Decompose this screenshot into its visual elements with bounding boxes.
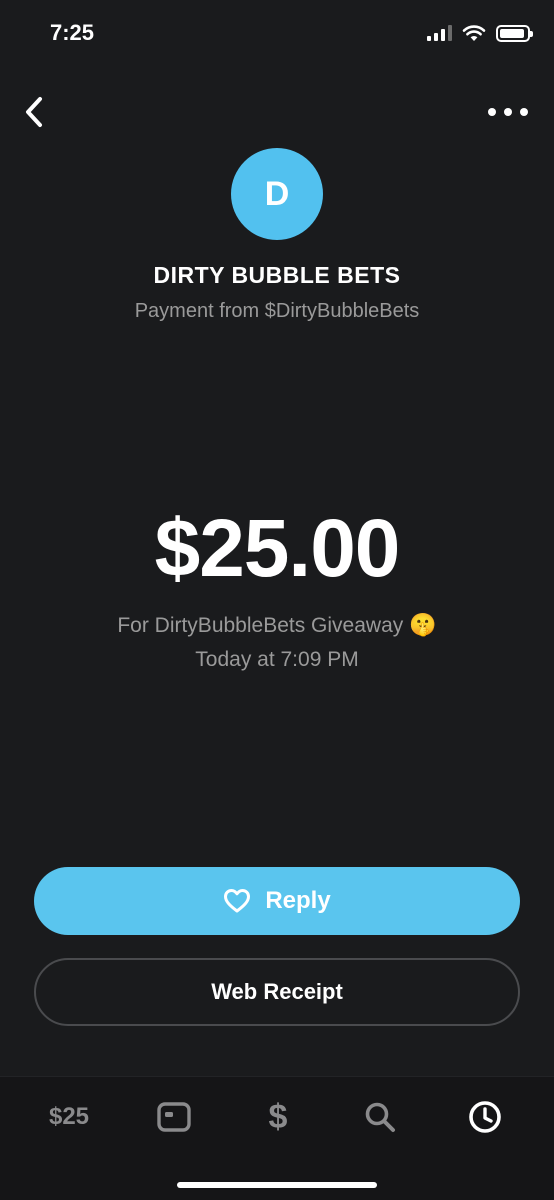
payment-source-subtitle: Payment from $DirtyBubbleBets — [134, 300, 420, 322]
web-receipt-button-label: Web Receipt — [211, 979, 343, 1004]
tab-activity[interactable] — [462, 1097, 508, 1137]
home-indicator[interactable] — [177, 1182, 377, 1188]
avatar[interactable]: D — [231, 148, 323, 240]
heart-icon — [224, 889, 251, 913]
payment-amount: $25.00 — [154, 503, 401, 594]
wifi-icon — [462, 25, 486, 41]
web-receipt-button[interactable]: Web Receipt — [34, 958, 520, 1026]
shushing-face-emoji-icon: 🤫 — [409, 612, 437, 637]
tab-balance[interactable]: $25 — [36, 1097, 102, 1137]
more-options-button[interactable] — [488, 100, 528, 124]
tab-search[interactable] — [358, 1097, 402, 1137]
search-icon — [365, 1102, 395, 1132]
tab-card[interactable] — [152, 1097, 196, 1137]
reply-button-label: Reply — [265, 887, 331, 914]
reply-button[interactable]: Reply — [34, 867, 520, 935]
cellular-signal-icon — [427, 25, 452, 41]
chevron-left-icon — [26, 97, 42, 127]
status-time: 7:25 — [50, 20, 95, 45]
payment-timestamp: Today at 7:09 PM — [195, 648, 359, 671]
payment-detail-screen: 7:25 D DIRTY BUBBLE BETS Payment from $D… — [0, 0, 554, 1200]
card-icon — [157, 1102, 191, 1132]
activity-clock-icon — [469, 1101, 501, 1133]
tab-payments[interactable]: $ — [256, 1097, 300, 1137]
payment-note-text: For DirtyBubbleBets Giveaway — [117, 614, 404, 637]
status-icons — [427, 24, 533, 42]
sender-name: DIRTY BUBBLE BETS — [153, 262, 401, 288]
battery-icon — [496, 24, 533, 42]
ellipsis-icon — [488, 108, 496, 116]
payment-note: For DirtyBubbleBets Giveaway 🤫 — [0, 612, 554, 638]
back-button[interactable] — [18, 94, 50, 130]
